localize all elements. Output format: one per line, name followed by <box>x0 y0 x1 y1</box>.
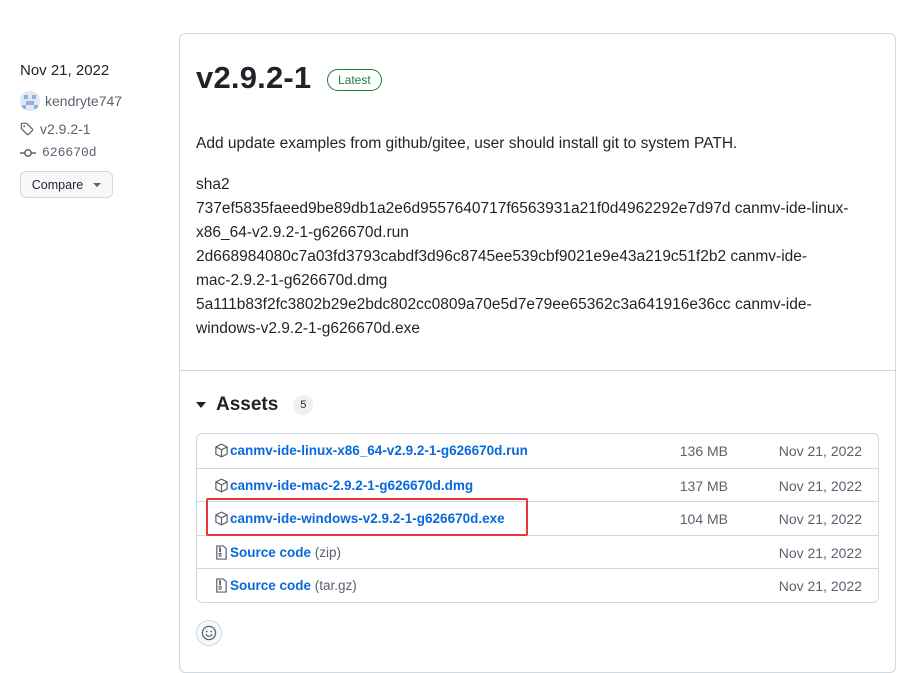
asset-row: Source code (tar.gz) Nov 21, 2022 <box>197 568 878 602</box>
compare-label: Compare <box>31 177 84 192</box>
assets-header[interactable]: Assets 5 <box>196 394 314 416</box>
avatar[interactable] <box>20 91 40 111</box>
release-description: Add update examples from github/gitee, u… <box>196 135 738 152</box>
latest-badge: Latest <box>327 69 382 91</box>
release-title[interactable]: v2.9.2-1 <box>196 60 311 96</box>
assets-count-badge: 5 <box>293 395 314 415</box>
asset-link[interactable]: Source code (zip) <box>230 545 341 560</box>
author-name[interactable]: kendryte747 <box>45 93 122 109</box>
asset-link[interactable]: canmv-ide-mac-2.9.2-1-g626670d.dmg <box>230 478 473 493</box>
sha-line: 5a111b83f2fc3802b29e2bdc802cc0809a70e5d7… <box>196 296 812 313</box>
section-divider <box>180 370 895 371</box>
release-commit[interactable]: 626670d <box>20 145 97 160</box>
asset-link[interactable]: canmv-ide-linux-x86_64-v2.9.2-1-g626670d… <box>230 443 528 458</box>
asset-row: canmv-ide-windows-v2.9.2-1-g626670d.exe … <box>197 501 878 535</box>
asset-link[interactable]: Source code (tar.gz) <box>230 578 357 593</box>
commit-icon <box>20 148 36 157</box>
asset-size: 104 MB <box>679 511 728 527</box>
sha-line: mac-2.9.2-1-g626670d.dmg <box>196 272 388 289</box>
file-zip-icon <box>214 544 229 560</box>
avatar-icon <box>20 91 40 111</box>
chevron-down-icon <box>93 182 102 187</box>
asset-date: Nov 21, 2022 <box>778 578 862 594</box>
assets-title[interactable]: Assets <box>216 394 278 416</box>
sha-line: 737ef5835faeed9be89db1a2e6d9557640717f65… <box>196 200 849 217</box>
sha-line: 2d668984080c7a03fd3793cabdf3d96c8745ee53… <box>196 248 808 265</box>
package-icon <box>214 511 229 526</box>
sha-block: sha2 737ef5835faeed9be89db1a2e6d95576407… <box>196 173 876 341</box>
sha-line: x86_64-v2.9.2-1-g626670d.run <box>196 224 409 241</box>
release-tag[interactable]: v2.9.2-1 <box>20 121 91 137</box>
tag-icon <box>20 122 34 136</box>
release-date: Nov 21, 2022 <box>20 62 110 79</box>
tag-name[interactable]: v2.9.2-1 <box>40 121 91 137</box>
release-author[interactable]: kendryte747 <box>20 91 122 111</box>
asset-link[interactable]: canmv-ide-windows-v2.9.2-1-g626670d.exe <box>230 511 505 526</box>
sha-line: windows-v2.9.2-1-g626670d.exe <box>196 320 421 337</box>
asset-date: Nov 21, 2022 <box>778 443 862 459</box>
asset-size: 137 MB <box>679 477 728 494</box>
asset-row: Source code (zip) Nov 21, 2022 <box>197 534 878 569</box>
smiley-icon <box>201 625 217 641</box>
asset-date: Nov 21, 2022 <box>778 477 862 494</box>
caret-down-icon[interactable] <box>196 402 206 408</box>
asset-row: canmv-ide-mac-2.9.2-1-g626670d.dmg 137 M… <box>197 467 878 502</box>
sha-line: sha2 <box>196 176 230 193</box>
asset-size: 136 MB <box>679 443 728 459</box>
release-card: v2.9.2-1 Latest Add update examples from… <box>179 33 896 673</box>
asset-date: Nov 21, 2022 <box>778 544 862 561</box>
file-zip-icon <box>214 578 229 593</box>
package-icon <box>214 478 229 493</box>
commit-sha[interactable]: 626670d <box>42 145 97 160</box>
assets-list: canmv-ide-linux-x86_64-v2.9.2-1-g626670d… <box>196 433 879 603</box>
asset-date: Nov 21, 2022 <box>778 511 862 527</box>
package-icon <box>214 443 229 458</box>
compare-button[interactable]: Compare <box>20 171 113 198</box>
asset-row: canmv-ide-linux-x86_64-v2.9.2-1-g626670d… <box>197 434 878 468</box>
add-reaction-button[interactable] <box>196 620 222 646</box>
